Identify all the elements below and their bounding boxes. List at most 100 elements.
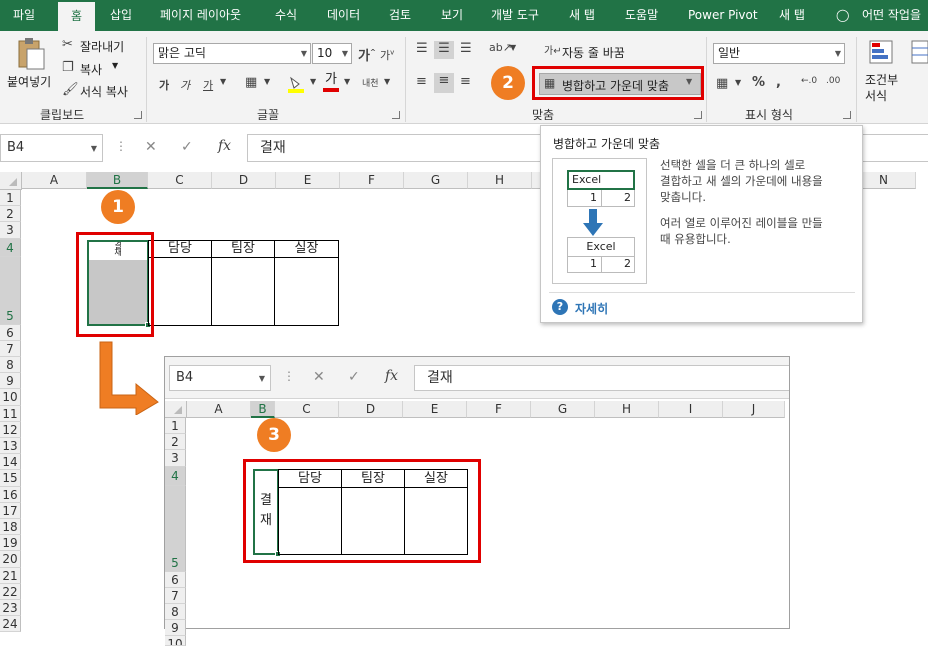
column-header-d[interactable]: D bbox=[212, 172, 276, 189]
panel-column-header-c[interactable]: C bbox=[275, 401, 339, 418]
font-color-icon[interactable]: 가 bbox=[321, 73, 341, 93]
row-header-6[interactable]: 6 bbox=[0, 324, 21, 341]
align-top-icon[interactable]: ☰ bbox=[416, 41, 428, 56]
tab-help[interactable]: 도움말 bbox=[625, 0, 658, 31]
column-header-b[interactable]: B bbox=[87, 172, 148, 189]
conditional-format-button-line2[interactable]: 서식 bbox=[865, 87, 887, 104]
accounting-format-icon[interactable]: ▦ bbox=[716, 76, 728, 91]
align-left-icon[interactable]: ≡ bbox=[416, 74, 427, 89]
tell-me-more-link[interactable]: 자세히 bbox=[575, 300, 608, 317]
panel-column-header-b[interactable]: B bbox=[251, 401, 275, 418]
select-all-button[interactable] bbox=[165, 401, 187, 418]
font-launcher-icon[interactable] bbox=[392, 111, 400, 119]
row-header-11[interactable]: 11 bbox=[0, 405, 21, 422]
copy-icon[interactable]: ❐ bbox=[62, 60, 74, 75]
hanja-button[interactable]: 내천 bbox=[362, 76, 379, 89]
insert-function-icon[interactable]: fx bbox=[385, 368, 398, 384]
row-header-17[interactable]: 17 bbox=[0, 502, 21, 519]
tab-power-pivot[interactable]: Power Pivot bbox=[688, 0, 758, 31]
fill-color-icon[interactable] bbox=[287, 75, 305, 93]
row-header-9[interactable]: 9 bbox=[0, 373, 21, 390]
panel-column-header-a[interactable]: A bbox=[187, 401, 251, 418]
tell-me-search[interactable]: 어떤 작업을 bbox=[862, 0, 921, 31]
panel-row-header-9[interactable]: 9 bbox=[165, 620, 186, 637]
column-header-f[interactable]: F bbox=[340, 172, 404, 189]
tab-view[interactable]: 보기 bbox=[441, 0, 463, 31]
tab-insert[interactable]: 삽입 bbox=[110, 0, 132, 31]
sign-cell[interactable] bbox=[211, 257, 275, 326]
tab-file[interactable]: 파일 bbox=[13, 0, 35, 31]
font-size-select[interactable]: 10 ▼ bbox=[312, 43, 352, 64]
font-color-dropdown-icon[interactable]: ▼ bbox=[344, 77, 350, 86]
row-header-1[interactable]: 1 bbox=[0, 190, 21, 207]
decrease-font-icon[interactable]: 가v bbox=[380, 47, 394, 63]
sign-cell[interactable] bbox=[274, 257, 339, 326]
select-all-button[interactable] bbox=[0, 172, 22, 190]
panel-column-header-e[interactable]: E bbox=[403, 401, 467, 418]
panel-row-header-6[interactable]: 6 bbox=[165, 571, 186, 588]
panel-row-header-8[interactable]: 8 bbox=[165, 604, 186, 621]
header-cell-siljang[interactable]: 실장 bbox=[274, 240, 339, 258]
panel-name-box[interactable]: B4 ▼ bbox=[169, 365, 271, 391]
panel-row-header-2[interactable]: 2 bbox=[165, 434, 186, 451]
font-name-select[interactable]: 맑은 고딕 ▼ bbox=[153, 43, 311, 64]
column-header-e[interactable]: E bbox=[276, 172, 340, 189]
number-launcher-icon[interactable] bbox=[843, 111, 851, 119]
header-cell-damdang[interactable]: 담당 bbox=[148, 240, 212, 258]
conditional-format-icon[interactable] bbox=[868, 39, 894, 65]
italic-button[interactable]: 가 bbox=[180, 77, 190, 93]
clipboard-launcher-icon[interactable] bbox=[134, 111, 142, 119]
name-box[interactable]: B4 ▼ bbox=[0, 134, 103, 162]
panel-row-header-5[interactable]: 5 bbox=[165, 485, 186, 572]
paste-icon[interactable] bbox=[14, 37, 46, 73]
row-header-18[interactable]: 18 bbox=[0, 519, 21, 536]
header-cell-timjang[interactable]: 팀장 bbox=[211, 240, 275, 258]
copy-dropdown-icon[interactable]: ▼ bbox=[112, 61, 118, 70]
row-header-2[interactable]: 2 bbox=[0, 206, 21, 223]
panel-column-header-g[interactable]: G bbox=[531, 401, 595, 418]
row-header-16[interactable]: 16 bbox=[0, 486, 21, 503]
tab-page-layout[interactable]: 페이지 레이아웃 bbox=[160, 0, 241, 31]
row-header-12[interactable]: 12 bbox=[0, 421, 21, 438]
row-header-19[interactable]: 19 bbox=[0, 535, 21, 552]
row-header-23[interactable]: 23 bbox=[0, 600, 21, 617]
sign-cell[interactable] bbox=[148, 257, 212, 326]
align-right-icon[interactable]: ≡ bbox=[460, 74, 471, 89]
increase-decimal-icon[interactable]: ←.0 bbox=[801, 76, 817, 86]
number-format-select[interactable]: 일반 ▼ bbox=[713, 43, 845, 64]
cut-button[interactable]: 잘라내기 bbox=[80, 38, 124, 55]
panel-column-header-i[interactable]: I bbox=[659, 401, 723, 418]
row-header-7[interactable]: 7 bbox=[0, 340, 21, 357]
align-bottom-icon[interactable]: ☰ bbox=[460, 41, 472, 56]
tab-new-tab[interactable]: 새 탭 bbox=[569, 0, 595, 31]
cancel-icon[interactable]: ✕ bbox=[145, 139, 157, 155]
decrease-decimal-icon[interactable]: .00 bbox=[826, 76, 840, 86]
percent-icon[interactable]: % bbox=[752, 75, 765, 90]
increase-font-icon[interactable]: 가^ bbox=[358, 45, 376, 64]
enter-icon[interactable]: ✓ bbox=[348, 369, 360, 385]
align-middle-icon[interactable]: ☰ bbox=[434, 41, 454, 59]
cut-icon[interactable]: ✂ bbox=[62, 37, 73, 52]
row-header-21[interactable]: 21 bbox=[0, 567, 21, 584]
border-icon[interactable]: ▦ bbox=[245, 75, 257, 90]
copy-button[interactable]: 복사 bbox=[80, 61, 102, 78]
row-header-15[interactable]: 15 bbox=[0, 470, 21, 487]
panel-row-header-7[interactable]: 7 bbox=[165, 587, 186, 604]
row-header-13[interactable]: 13 bbox=[0, 438, 21, 455]
cancel-icon[interactable]: ✕ bbox=[313, 369, 325, 385]
row-header-8[interactable]: 8 bbox=[0, 357, 21, 374]
wrap-text-icon[interactable]: 가↵ bbox=[544, 42, 562, 57]
orientation-dropdown-icon[interactable]: ▼ bbox=[510, 43, 516, 52]
format-painter-button[interactable]: 서식 복사 bbox=[80, 83, 128, 100]
tab-data[interactable]: 데이터 bbox=[327, 0, 360, 31]
fill-dropdown-icon[interactable]: ▼ bbox=[310, 77, 316, 86]
panel-row-header-1[interactable]: 1 bbox=[165, 418, 186, 435]
column-header-h[interactable]: H bbox=[468, 172, 532, 189]
row-header-22[interactable]: 22 bbox=[0, 583, 21, 600]
row-header-14[interactable]: 14 bbox=[0, 454, 21, 471]
hanja-dropdown-icon[interactable]: ▼ bbox=[384, 77, 390, 86]
orientation-icon[interactable]: ab↗ bbox=[489, 41, 512, 54]
table-format-icon[interactable] bbox=[910, 39, 928, 65]
tab-new-tab-2[interactable]: 새 탭 bbox=[779, 0, 805, 31]
panel-formula-input[interactable]: 결재 bbox=[414, 365, 789, 391]
